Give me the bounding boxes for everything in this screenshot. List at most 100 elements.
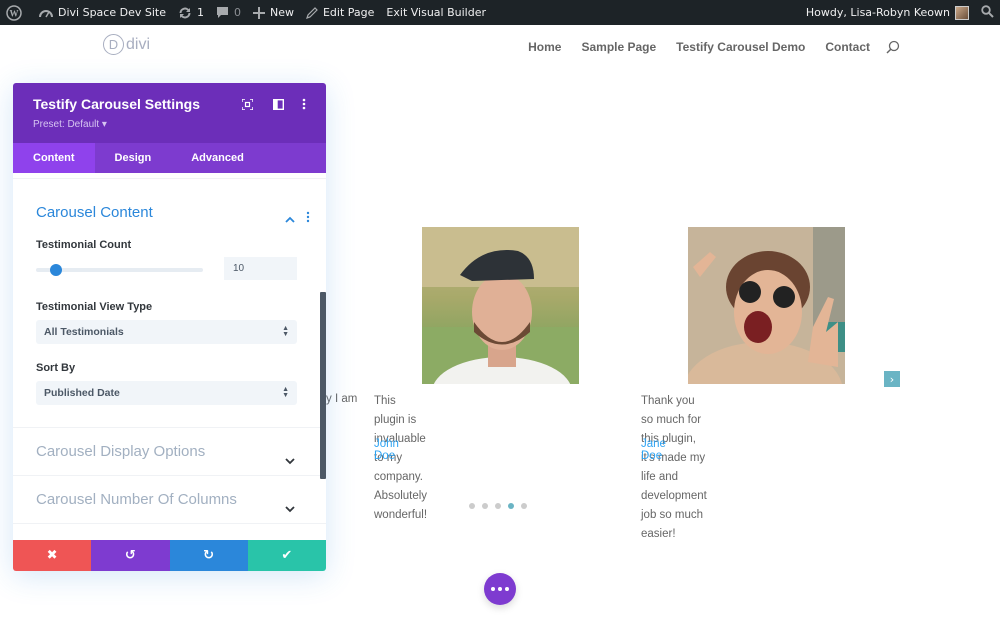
partial-testimonial-text: y I am (326, 393, 358, 405)
logo-text: divi (126, 35, 151, 53)
view-type-select[interactable]: All Testimonials ▲ ▼ (36, 320, 297, 344)
undo-button[interactable]: ↺ (91, 540, 170, 571)
panel-body: Carousel Content Testimonial Count Testi… (13, 173, 326, 540)
panel-scrollbar[interactable] (320, 292, 326, 479)
close-icon: ✖ (46, 548, 58, 563)
testimonial-quote: Thank you so much for this plugin, it's … (641, 392, 707, 544)
pagination-dot[interactable] (469, 503, 475, 509)
settings-panel: Testify Carousel Settings Preset: Defaul… (13, 83, 326, 571)
logo-mark: D (103, 34, 124, 55)
testimonial-count-input[interactable] (224, 257, 297, 280)
nav-contact[interactable]: Contact (825, 40, 870, 54)
site-header: D divi Home Sample Page Testify Carousel… (0, 25, 1000, 68)
more-options-icon[interactable] (297, 97, 311, 111)
wordpress-menu[interactable]: W (0, 0, 33, 25)
dashboard-icon (39, 7, 53, 19)
exit-visual-builder-link[interactable]: Exit Visual Builder (380, 0, 492, 25)
testimonial-author[interactable]: Jane Doe (641, 438, 666, 462)
pagination-dot[interactable] (482, 503, 488, 509)
site-name-link[interactable]: Divi Space Dev Site (33, 0, 172, 25)
slider-handle[interactable] (50, 264, 63, 276)
site-name: Divi Space Dev Site (58, 6, 166, 19)
carousel-pagination (469, 503, 527, 509)
chevron-right-icon: › (889, 372, 895, 386)
nav-sample-page[interactable]: Sample Page (581, 40, 656, 54)
quote-line: Absolutely wonderful! (374, 490, 428, 521)
comment-icon (216, 6, 229, 19)
sort-by-value: Published Date (44, 387, 120, 399)
section-title-carousel-content[interactable]: Carousel Content (36, 204, 153, 221)
wordpress-icon: W (6, 4, 22, 21)
comments-link[interactable]: 0 (210, 0, 247, 25)
plus-icon (252, 6, 265, 19)
page-settings-button[interactable] (484, 573, 516, 605)
pagination-dot[interactable] (508, 503, 514, 509)
nav-search-icon[interactable] (886, 40, 900, 54)
updates-count: 1 (196, 6, 204, 19)
sort-by-select[interactable]: Published Date ▲ ▼ (36, 381, 297, 405)
new-label: New (269, 6, 294, 19)
user-avatar (955, 5, 969, 20)
search-icon (981, 4, 994, 21)
checkmark-icon: ✔ (281, 548, 293, 563)
edit-page-label: Edit Page (322, 6, 375, 19)
divider (13, 178, 326, 179)
testimonial-author[interactable]: John Doe (374, 438, 399, 462)
fullscreen-icon[interactable] (240, 97, 254, 111)
pencil-icon (306, 6, 318, 19)
dot-icon (491, 587, 495, 591)
undo-icon: ↺ (124, 548, 136, 563)
panel-footer: ✖ ↺ ↻ ✔ (13, 540, 326, 571)
testimonial-count-slider[interactable] (36, 264, 203, 276)
nav-testify-carousel-demo[interactable]: Testify Carousel Demo (676, 40, 805, 54)
tab-advanced[interactable]: Advanced (171, 143, 264, 173)
dot-icon (498, 587, 502, 591)
redo-button[interactable]: ↻ (169, 540, 248, 571)
save-button[interactable]: ✔ (247, 540, 326, 571)
testimonial-photo (422, 227, 579, 384)
select-arrows-icon: ▲ ▼ (282, 325, 289, 338)
exit-visual-builder-label: Exit Visual Builder (386, 6, 486, 19)
updates-icon (178, 6, 192, 20)
new-content-link[interactable]: New (247, 0, 300, 25)
edit-page-link[interactable]: Edit Page (300, 0, 380, 25)
svg-text:W: W (10, 8, 19, 18)
pagination-dot[interactable] (495, 503, 501, 509)
admin-search-button[interactable] (975, 0, 1000, 25)
howdy-label: Howdy, Lisa-Robyn Keown (805, 6, 950, 19)
section-title-carousel-number-of-columns[interactable]: Carousel Number Of Columns (36, 491, 237, 508)
quote-line: life and development job so much easier! (641, 471, 707, 540)
select-arrows-icon: ▲ ▼ (282, 386, 289, 399)
main-nav: Home Sample Page Testify Carousel Demo C… (508, 25, 900, 68)
carousel-next-button[interactable]: › (884, 371, 900, 387)
testimonial-photo (688, 227, 845, 384)
divider (13, 427, 326, 428)
redo-icon: ↻ (203, 548, 215, 563)
discard-button[interactable]: ✖ (13, 540, 92, 571)
preset-dropdown[interactable]: Preset: Default ▾ (33, 119, 107, 130)
view-type-value: All Testimonials (44, 326, 124, 338)
pagination-dot[interactable] (521, 503, 527, 509)
section-title-carousel-display-options[interactable]: Carousel Display Options (36, 443, 205, 460)
admin-bar: W Divi Space Dev Site 1 0 New Edit Page … (0, 0, 1000, 25)
chevron-down-icon[interactable] (285, 450, 295, 465)
divider (13, 475, 326, 476)
divider (13, 523, 326, 524)
split-view-icon[interactable] (271, 97, 285, 111)
tab-design[interactable]: Design (95, 143, 172, 173)
view-type-label: Testimonial View Type (36, 301, 153, 313)
tab-content[interactable]: Content (13, 143, 95, 173)
comments-count: 0 (233, 6, 241, 19)
panel-header[interactable]: Testify Carousel Settings Preset: Defaul… (13, 83, 326, 143)
site-logo[interactable]: D divi (103, 34, 150, 55)
chevron-down-icon[interactable] (285, 498, 295, 513)
chevron-up-icon[interactable] (285, 209, 295, 223)
section-menu-icon[interactable] (306, 208, 310, 227)
updates-link[interactable]: 1 (172, 0, 210, 25)
testimonial-count-label: Testimonial Count (36, 239, 132, 251)
panel-title: Testify Carousel Settings (33, 96, 201, 112)
sort-by-label: Sort By (36, 362, 76, 374)
nav-home[interactable]: Home (528, 40, 561, 54)
account-menu[interactable]: Howdy, Lisa-Robyn Keown (800, 0, 975, 25)
panel-tabs: Content Design Advanced (13, 143, 326, 173)
